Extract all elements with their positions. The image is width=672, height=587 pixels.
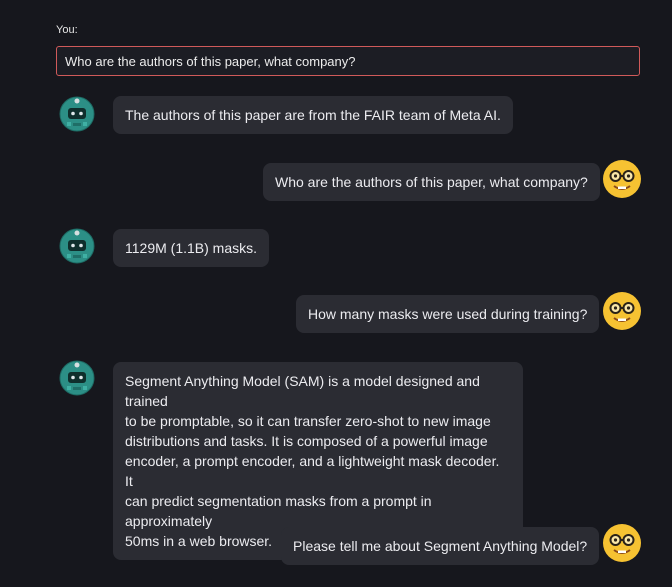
- message-line: Segment Anything Model (SAM) is a model …: [125, 373, 480, 409]
- nerd-face-emoji-icon: [603, 292, 641, 330]
- user-message-bubble: Please tell me about Segment Anything Mo…: [281, 527, 600, 565]
- robot-avatar-icon: [59, 228, 95, 264]
- bot-message-bubble: The authors of this paper are from the F…: [113, 96, 513, 134]
- user-message-bubble: Who are the authors of this paper, what …: [263, 163, 600, 201]
- nerd-face-emoji-icon: [603, 524, 641, 562]
- nerd-face-emoji-icon: [603, 160, 641, 198]
- user-message-bubble: How many masks were used during training…: [296, 295, 600, 333]
- chat-page: You: Who are the authors of this paper, …: [0, 0, 672, 587]
- message-line: can predict segmentation masks from a pr…: [125, 493, 432, 529]
- message-input[interactable]: Who are the authors of this paper, what …: [56, 46, 640, 76]
- input-label: You:: [56, 24, 78, 36]
- message-line: encoder, a prompt encoder, and a lightwe…: [125, 453, 500, 489]
- message-line: to be promptable, so it can transfer zer…: [125, 413, 491, 429]
- message-line: distributions and tasks. It is composed …: [125, 433, 488, 449]
- bot-message-bubble: 1129M (1.1B) masks.: [113, 229, 270, 267]
- robot-avatar-icon: [59, 360, 95, 396]
- robot-avatar-icon: [59, 96, 95, 132]
